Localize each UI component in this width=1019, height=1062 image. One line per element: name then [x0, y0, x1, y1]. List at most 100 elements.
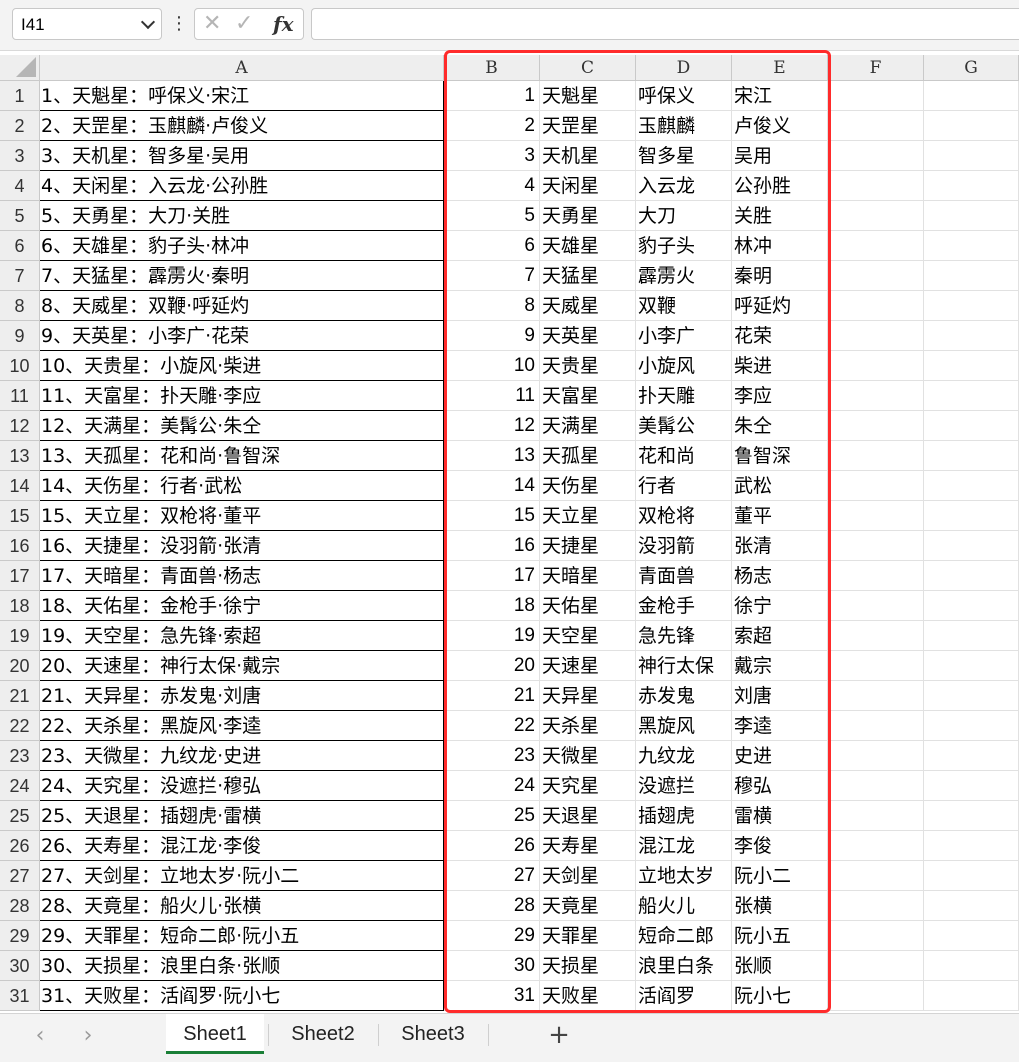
row-header[interactable]: 22	[0, 711, 40, 741]
cell-g[interactable]	[924, 231, 1019, 261]
cell-c[interactable]: 天速星	[540, 651, 636, 681]
cell-g[interactable]	[924, 501, 1019, 531]
cell-g[interactable]	[924, 921, 1019, 951]
cell-e[interactable]: 张横	[732, 891, 828, 921]
row-header[interactable]: 18	[0, 591, 40, 621]
cell-g[interactable]	[924, 531, 1019, 561]
cell-e[interactable]: 关胜	[732, 201, 828, 231]
cell-d[interactable]: 豹子头	[636, 231, 732, 261]
cell-a[interactable]: 16、天捷星：没羽箭·张清	[40, 531, 444, 561]
row-header[interactable]: 10	[0, 351, 40, 381]
cell-a[interactable]: 28、天竟星：船火儿·张横	[40, 891, 444, 921]
cell-g[interactable]	[924, 981, 1019, 1011]
cell-b[interactable]: 16	[444, 531, 540, 561]
cell-f[interactable]	[828, 921, 924, 951]
cell-a[interactable]: 5、天勇星：大刀·关胜	[40, 201, 444, 231]
cell-a[interactable]: 3、天机星：智多星·吴用	[40, 141, 444, 171]
cell-b[interactable]: 6	[444, 231, 540, 261]
row-header[interactable]: 15	[0, 501, 40, 531]
cell-f[interactable]	[828, 441, 924, 471]
cell-f[interactable]	[828, 621, 924, 651]
cell-a[interactable]: 7、天猛星：霹雳火·秦明	[40, 261, 444, 291]
cell-e[interactable]: 索超	[732, 621, 828, 651]
cell-g[interactable]	[924, 321, 1019, 351]
row-header[interactable]: 30	[0, 951, 40, 981]
cell-d[interactable]: 黑旋风	[636, 711, 732, 741]
row-header[interactable]: 1	[0, 81, 40, 111]
cell-c[interactable]: 天退星	[540, 801, 636, 831]
cell-d[interactable]: 金枪手	[636, 591, 732, 621]
row-header[interactable]: 31	[0, 981, 40, 1011]
cell-f[interactable]	[828, 261, 924, 291]
cell-c[interactable]: 天罡星	[540, 111, 636, 141]
cell-c[interactable]: 天贵星	[540, 351, 636, 381]
cell-f[interactable]	[828, 951, 924, 981]
cell-f[interactable]	[828, 381, 924, 411]
cell-b[interactable]: 14	[444, 471, 540, 501]
cell-b[interactable]: 13	[444, 441, 540, 471]
cell-g[interactable]	[924, 561, 1019, 591]
formula-input[interactable]	[311, 8, 1019, 40]
cell-e[interactable]: 阮小七	[732, 981, 828, 1011]
cell-d[interactable]: 霹雳火	[636, 261, 732, 291]
cell-b[interactable]: 24	[444, 771, 540, 801]
cell-e[interactable]: 秦明	[732, 261, 828, 291]
cell-g[interactable]	[924, 771, 1019, 801]
cell-d[interactable]: 入云龙	[636, 171, 732, 201]
cell-d[interactable]: 浪里白条	[636, 951, 732, 981]
cell-e[interactable]: 徐宁	[732, 591, 828, 621]
cell-b[interactable]: 10	[444, 351, 540, 381]
cell-b[interactable]: 19	[444, 621, 540, 651]
row-header[interactable]: 12	[0, 411, 40, 441]
cell-b[interactable]: 26	[444, 831, 540, 861]
cell-g[interactable]	[924, 621, 1019, 651]
cell-e[interactable]: 鲁智深	[732, 441, 828, 471]
cell-b[interactable]: 23	[444, 741, 540, 771]
cell-f[interactable]	[828, 531, 924, 561]
cell-c[interactable]: 天竟星	[540, 891, 636, 921]
row-header[interactable]: 7	[0, 261, 40, 291]
next-sheet-icon[interactable]: ›	[78, 1024, 98, 1048]
cell-g[interactable]	[924, 381, 1019, 411]
cell-g[interactable]	[924, 411, 1019, 441]
cell-d[interactable]: 扑天雕	[636, 381, 732, 411]
cell-c[interactable]: 天微星	[540, 741, 636, 771]
cell-g[interactable]	[924, 141, 1019, 171]
cell-a[interactable]: 29、天罪星：短命二郎·阮小五	[40, 921, 444, 951]
cell-d[interactable]: 立地太岁	[636, 861, 732, 891]
row-header[interactable]: 25	[0, 801, 40, 831]
cell-a[interactable]: 4、天闲星：入云龙·公孙胜	[40, 171, 444, 201]
cell-b[interactable]: 12	[444, 411, 540, 441]
cell-c[interactable]: 天勇星	[540, 201, 636, 231]
confirm-icon[interactable]: ✓	[235, 11, 253, 37]
cell-f[interactable]	[828, 471, 924, 501]
cell-d[interactable]: 神行太保	[636, 651, 732, 681]
tab-sheet1[interactable]: Sheet1	[166, 1014, 264, 1054]
cell-c[interactable]: 天罪星	[540, 921, 636, 951]
cell-d[interactable]: 行者	[636, 471, 732, 501]
cell-g[interactable]	[924, 261, 1019, 291]
cell-c[interactable]: 天伤星	[540, 471, 636, 501]
column-header-c[interactable]: C	[540, 55, 636, 81]
cell-b[interactable]: 25	[444, 801, 540, 831]
cell-g[interactable]	[924, 471, 1019, 501]
cell-c[interactable]: 天雄星	[540, 231, 636, 261]
cell-e[interactable]: 董平	[732, 501, 828, 531]
cell-b[interactable]: 27	[444, 861, 540, 891]
cell-c[interactable]: 天究星	[540, 771, 636, 801]
cell-g[interactable]	[924, 111, 1019, 141]
cell-f[interactable]	[828, 651, 924, 681]
cell-c[interactable]: 天暗星	[540, 561, 636, 591]
cell-c[interactable]: 天立星	[540, 501, 636, 531]
cell-f[interactable]	[828, 351, 924, 381]
column-header-a[interactable]: A	[40, 55, 444, 81]
row-header[interactable]: 6	[0, 231, 40, 261]
row-header[interactable]: 5	[0, 201, 40, 231]
column-header-b[interactable]: B	[444, 55, 540, 81]
cell-d[interactable]: 大刀	[636, 201, 732, 231]
cell-d[interactable]: 船火儿	[636, 891, 732, 921]
cell-g[interactable]	[924, 441, 1019, 471]
cell-e[interactable]: 柴进	[732, 351, 828, 381]
cell-a[interactable]: 21、天异星：赤发鬼·刘唐	[40, 681, 444, 711]
column-header-g[interactable]: G	[924, 55, 1019, 81]
